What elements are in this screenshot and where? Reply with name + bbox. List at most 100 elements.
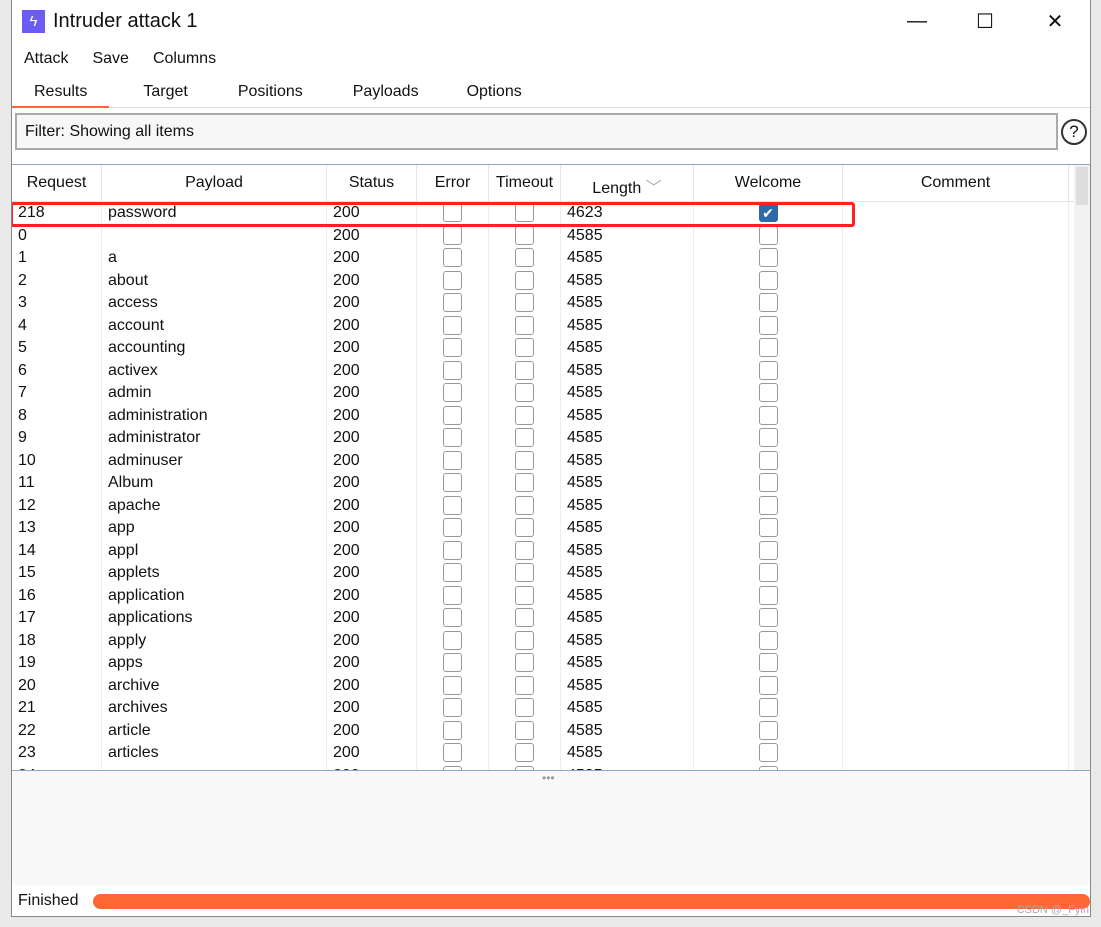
error-checkbox[interactable] xyxy=(443,293,462,313)
timeout-checkbox[interactable] xyxy=(515,248,534,268)
timeout-checkbox[interactable] xyxy=(515,203,534,223)
timeout-checkbox[interactable] xyxy=(515,675,534,695)
welcome-checkbox[interactable] xyxy=(758,473,778,493)
timeout-checkbox[interactable] xyxy=(515,338,534,358)
col-payload[interactable]: Payload xyxy=(102,165,327,201)
error-checkbox[interactable] xyxy=(443,360,462,380)
timeout-checkbox[interactable] xyxy=(515,225,534,245)
welcome-checkbox[interactable] xyxy=(758,563,778,583)
welcome-checkbox[interactable] xyxy=(758,383,778,403)
timeout-checkbox[interactable] xyxy=(515,653,534,673)
col-comment[interactable]: Comment xyxy=(843,165,1069,201)
tab-payloads[interactable]: Payloads xyxy=(325,75,441,108)
welcome-checkbox[interactable] xyxy=(758,630,778,650)
timeout-checkbox[interactable] xyxy=(515,540,534,560)
welcome-checkbox[interactable] xyxy=(758,495,778,515)
col-error[interactable]: Error xyxy=(417,165,489,201)
table-row[interactable]: 17 applications 200 4585 xyxy=(12,607,1090,630)
table-row[interactable]: 21 archives 200 4585 xyxy=(12,697,1090,720)
table-row[interactable]: 19 apps 200 4585 xyxy=(12,652,1090,675)
error-checkbox[interactable] xyxy=(443,383,462,403)
table-row[interactable]: 14 appl 200 4585 xyxy=(12,539,1090,562)
error-checkbox[interactable] xyxy=(443,653,462,673)
error-checkbox[interactable] xyxy=(443,540,462,560)
timeout-checkbox[interactable] xyxy=(515,315,534,335)
table-row[interactable]: 10 adminuser 200 4585 xyxy=(12,449,1090,472)
close-button[interactable]: ✕ xyxy=(1020,0,1090,42)
timeout-checkbox[interactable] xyxy=(515,720,534,740)
timeout-checkbox[interactable] xyxy=(515,698,534,718)
timeout-checkbox[interactable] xyxy=(515,360,534,380)
menu-attack[interactable]: Attack xyxy=(24,50,68,68)
timeout-checkbox[interactable] xyxy=(515,518,534,538)
welcome-checkbox[interactable] xyxy=(758,608,778,628)
welcome-checkbox[interactable] xyxy=(758,540,778,560)
table-row[interactable]: 3 access 200 4585 xyxy=(12,292,1090,315)
col-welcome[interactable]: Welcome xyxy=(694,165,843,201)
table-row[interactable]: 16 application 200 4585 xyxy=(12,584,1090,607)
error-checkbox[interactable] xyxy=(443,450,462,470)
error-checkbox[interactable] xyxy=(443,518,462,538)
timeout-checkbox[interactable] xyxy=(515,450,534,470)
error-checkbox[interactable] xyxy=(443,698,462,718)
welcome-checkbox[interactable] xyxy=(758,315,778,335)
table-row[interactable]: 7 admin 200 4585 xyxy=(12,382,1090,405)
timeout-checkbox[interactable] xyxy=(515,495,534,515)
error-checkbox[interactable] xyxy=(443,225,462,245)
table-row[interactable]: 22 article 200 4585 xyxy=(12,719,1090,742)
welcome-checkbox[interactable] xyxy=(758,360,778,380)
welcome-checkbox[interactable] xyxy=(758,585,778,605)
error-checkbox[interactable] xyxy=(443,563,462,583)
welcome-checkbox[interactable] xyxy=(758,450,778,470)
table-row[interactable]: 4 account 200 4585 xyxy=(12,314,1090,337)
welcome-checkbox[interactable] xyxy=(758,225,778,245)
table-row[interactable]: 15 applets 200 4585 xyxy=(12,562,1090,585)
welcome-checkbox[interactable] xyxy=(758,428,778,448)
tab-target[interactable]: Target xyxy=(109,75,209,108)
welcome-checkbox[interactable] xyxy=(758,270,778,290)
timeout-checkbox[interactable] xyxy=(515,630,534,650)
error-checkbox[interactable] xyxy=(443,743,462,763)
timeout-checkbox[interactable] xyxy=(515,473,534,493)
timeout-checkbox[interactable] xyxy=(515,270,534,290)
error-checkbox[interactable] xyxy=(443,315,462,335)
welcome-checkbox[interactable] xyxy=(758,405,778,425)
error-checkbox[interactable] xyxy=(443,675,462,695)
table-row[interactable]: 6 activex 200 4585 xyxy=(12,359,1090,382)
welcome-checkbox[interactable] xyxy=(758,743,778,763)
timeout-checkbox[interactable] xyxy=(515,293,534,313)
timeout-checkbox[interactable] xyxy=(515,585,534,605)
maximize-button[interactable]: ☐ xyxy=(950,0,1020,42)
col-status[interactable]: Status xyxy=(327,165,417,201)
tab-positions[interactable]: Positions xyxy=(210,75,325,108)
tab-results[interactable]: Results xyxy=(12,75,110,108)
error-checkbox[interactable] xyxy=(443,203,462,223)
error-checkbox[interactable] xyxy=(443,473,462,493)
menu-save[interactable]: Save xyxy=(92,50,128,68)
col-timeout[interactable]: Timeout xyxy=(489,165,561,201)
welcome-checkbox[interactable] xyxy=(758,675,778,695)
table-row[interactable]: 23 articles 200 4585 xyxy=(12,742,1090,765)
welcome-checkbox[interactable] xyxy=(758,720,778,740)
col-request[interactable]: Request xyxy=(12,165,102,201)
col-length[interactable]: Length ﹀ xyxy=(561,165,694,201)
table-row[interactable]: 2 about 200 4585 xyxy=(12,269,1090,292)
table-row[interactable]: 1 a 200 4585 xyxy=(12,247,1090,270)
table-row[interactable]: 9 administrator 200 4585 xyxy=(12,427,1090,450)
error-checkbox[interactable] xyxy=(443,495,462,515)
error-checkbox[interactable] xyxy=(443,608,462,628)
welcome-checkbox[interactable] xyxy=(758,698,778,718)
timeout-checkbox[interactable] xyxy=(515,743,534,763)
error-checkbox[interactable] xyxy=(443,248,462,268)
table-row[interactable]: 8 administration 200 4585 xyxy=(12,404,1090,427)
table-row[interactable]: 12 apache 200 4585 xyxy=(12,494,1090,517)
table-row[interactable]: 20 archive 200 4585 xyxy=(12,674,1090,697)
error-checkbox[interactable] xyxy=(443,630,462,650)
timeout-checkbox[interactable] xyxy=(515,405,534,425)
error-checkbox[interactable] xyxy=(443,270,462,290)
table-row[interactable]: 218 password 200 4623 ✔ xyxy=(12,202,1090,225)
welcome-checkbox[interactable] xyxy=(758,248,778,268)
help-icon[interactable]: ? xyxy=(1061,119,1087,145)
welcome-checkbox[interactable]: ✔ xyxy=(758,203,778,223)
error-checkbox[interactable] xyxy=(443,720,462,740)
